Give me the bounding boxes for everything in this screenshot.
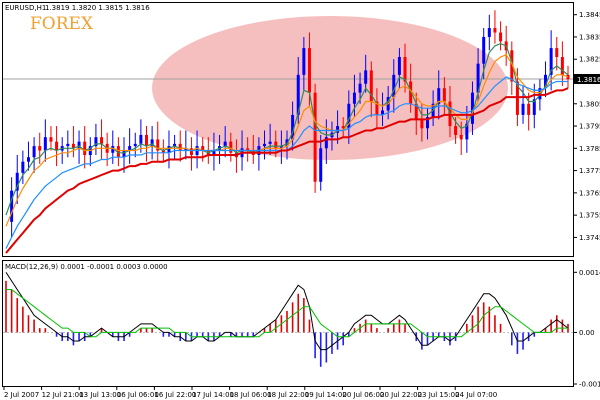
candle-body [454,126,458,135]
forex-chart: 1.3845 1.3835 1.3825 1.3816 1.3805 1.3795 1.37… [0,0,600,400]
candle-body [482,36,486,64]
candle-body [560,57,564,75]
candle-body [307,48,311,93]
candle-body [26,157,30,162]
candle-body [527,103,531,115]
candle-body [32,146,36,158]
ohlc-readout: 1.3819 1.3820 1.3815 1.3816 [45,4,150,12]
price-tick-label: 1.3805 [579,100,600,108]
current-price-label: 1.3816 [577,76,600,84]
candle-body [313,92,317,182]
candle-body [263,143,267,147]
candle-body [499,32,503,42]
candle-body [397,57,401,75]
candle-body [403,57,407,82]
candle-body [139,134,143,144]
time-tick-label: 16 Jul 22:00 [154,391,196,399]
candle-body [223,141,227,147]
candle-body [49,137,53,142]
candle-body [145,134,148,147]
price-tick-label: 1.3745 [579,234,600,242]
forex-label: FOREX [30,14,94,34]
candle-body [319,148,323,182]
candle-body [21,161,25,173]
candle-body [100,137,104,144]
price-tick-label: 1.3835 [579,33,600,41]
macd-title: MACD(12,26,9) 0.0001 -0.0001 0.0003 0.00… [5,263,168,271]
time-tick-label: 24 Jul 07:00 [455,391,497,399]
chart-header: EURUSD,H1 [5,4,46,12]
macd-tick-label: -0.0012 [579,381,600,389]
macd-tick-label: 0.00 [579,329,595,337]
time-tick-label: 2 Jul 2007 [4,391,39,399]
candle-body [268,141,272,144]
time-tick-label: 16 Jul 06:00 [117,391,159,399]
candle-body [189,148,193,155]
time-tick-label: 23 Jul 15:00 [418,391,460,399]
price-tick-label: 1.3765 [579,189,600,197]
candle-body [43,137,47,151]
candle-body [10,190,14,222]
price-tick-label: 1.3755 [579,212,600,220]
candle-body [442,88,446,102]
candle-body [487,28,491,37]
candle-body [83,141,87,155]
time-tick-label: 19 Jul 14:00 [305,391,347,399]
candle-body [521,103,525,115]
candle-body [358,83,362,93]
candle-body [493,28,497,33]
time-tick-label: 20 Jul 22:00 [380,391,422,399]
time-tick-label: 18 Jul 22:00 [267,391,309,399]
candle-body [133,143,137,147]
candle-body [55,141,59,151]
candle-body [178,143,182,151]
price-tick-label: 1.3775 [579,167,600,175]
price-tick-label: 1.3845 [579,11,600,19]
candle-body [555,48,559,57]
candle-body [274,141,278,149]
time-tick-label: 18 Jul 06:00 [230,391,272,399]
candle-body [459,134,463,140]
candle-body [66,143,70,147]
candle-body [38,146,42,151]
candle-body [364,70,368,84]
time-tick-label: 13 Jul 13:00 [79,391,121,399]
candle-body [420,119,424,129]
macd-tick-label: 0.0014 [579,269,600,277]
macd-panel [2,260,574,387]
price-tick-label: 1.3825 [579,56,600,64]
price-tick-label: 1.3785 [579,145,600,153]
candle-body [302,48,306,75]
time-tick-label: 17 Jul 14:00 [192,391,234,399]
time-tick-label: 20 Jul 06:00 [342,391,384,399]
candle-body [229,141,233,153]
time-tick-label: 12 Jul 21:00 [42,391,84,399]
candle-body [352,92,356,104]
price-tick-label: 1.3795 [579,123,600,131]
